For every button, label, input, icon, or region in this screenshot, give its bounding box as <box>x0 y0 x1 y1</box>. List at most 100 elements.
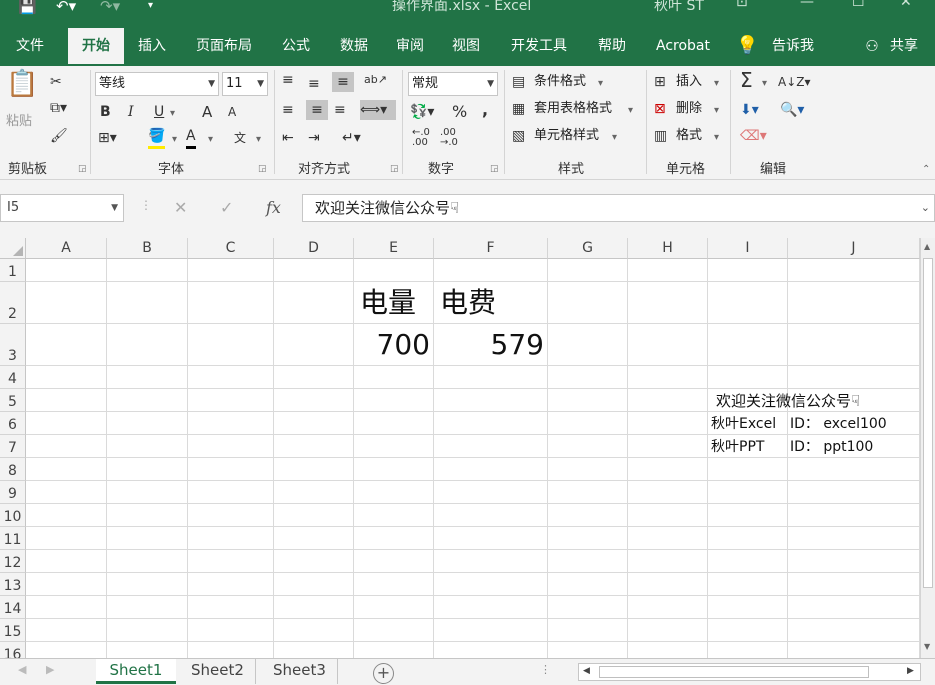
tab-view[interactable]: 视图 <box>442 28 490 66</box>
select-all-button[interactable] <box>0 238 26 259</box>
grow-font-button[interactable]: A <box>202 102 212 122</box>
shrink-font-button[interactable]: A <box>228 102 236 122</box>
font-launcher-icon[interactable]: ◲ <box>258 164 267 174</box>
cut-icon[interactable]: ✂ <box>50 72 62 92</box>
format-as-table-icon[interactable]: ▦ <box>512 99 525 119</box>
insert-cells-button[interactable]: 插入 <box>676 72 702 92</box>
cell-e2[interactable]: 电量 <box>360 286 416 320</box>
fill-color-dropdown-icon[interactable]: ▾ <box>172 130 177 150</box>
cell-styles-icon[interactable]: ▧ <box>512 126 525 146</box>
chevron-down-icon[interactable]: ▾ <box>612 128 617 148</box>
previous-sheet-icon[interactable]: ◀ <box>18 663 26 676</box>
autosum-button[interactable]: Σ <box>740 70 753 90</box>
row-header-3[interactable]: 3 <box>0 324 26 366</box>
font-color-button[interactable]: A <box>186 126 196 149</box>
maximize-icon[interactable]: ☐ <box>852 0 865 10</box>
sheet-tab-sheet1[interactable]: Sheet1 <box>96 659 176 684</box>
column-header-a[interactable]: A <box>26 238 107 259</box>
enter-icon[interactable]: ✓ <box>220 198 233 217</box>
scroll-down-icon[interactable]: ▼ <box>924 642 930 651</box>
row-header-13[interactable]: 13 <box>0 573 26 596</box>
row-header-10[interactable]: 10 <box>0 504 26 527</box>
scroll-left-icon[interactable]: ◀ <box>583 666 590 676</box>
user-name[interactable]: 秋叶 ST <box>654 0 704 15</box>
cell-f2[interactable]: 电费 <box>440 286 496 320</box>
delete-cells-button[interactable]: 删除 <box>676 99 702 119</box>
next-sheet-icon[interactable]: ▶ <box>46 663 54 676</box>
decrease-indent-icon[interactable]: ⇤ <box>282 128 294 148</box>
sheet-tab-sheet3[interactable]: Sheet3 <box>262 659 338 684</box>
format-painter-icon[interactable]: 🖌 <box>50 126 68 146</box>
left-align-icon[interactable]: ≡ <box>282 100 294 120</box>
cell-i7[interactable]: 秋叶PPT <box>711 436 764 458</box>
vertical-scrollbar[interactable]: ▲ ▼ <box>920 238 935 658</box>
cell-i5[interactable]: 欢迎关注微信公众号☟ <box>716 390 860 412</box>
tab-acrobat[interactable]: Acrobat <box>646 28 720 66</box>
customize-quick-access-icon[interactable]: ▾ <box>148 0 153 14</box>
row-header-4[interactable]: 4 <box>0 366 26 389</box>
tab-developer[interactable]: 开发工具 <box>500 28 578 66</box>
insert-function-button[interactable]: fx <box>266 198 281 217</box>
bottom-align-icon[interactable]: ≡ <box>332 72 354 92</box>
row-header-1[interactable]: 1 <box>0 259 26 282</box>
tab-data[interactable]: 数据 <box>330 28 378 66</box>
row-header-11[interactable]: 11 <box>0 527 26 550</box>
collapse-ribbon-icon[interactable]: ⌃ <box>922 160 930 180</box>
tab-review[interactable]: 审阅 <box>386 28 434 66</box>
undo-icon[interactable]: ↶▾ <box>56 0 76 14</box>
horizontal-scrollbar[interactable]: ◀ ▶ <box>578 663 921 681</box>
chevron-down-icon[interactable]: ▾ <box>714 74 719 94</box>
cell-j6[interactable]: ID： excel100 <box>790 413 887 435</box>
paste-icon[interactable]: 📋 <box>6 71 38 97</box>
column-header-h[interactable]: H <box>628 238 708 259</box>
scroll-right-icon[interactable]: ▶ <box>907 666 914 676</box>
formula-input[interactable]: 欢迎关注微信公众号☟ ⌄ <box>302 194 935 222</box>
row-header-5[interactable]: 5 <box>0 389 26 412</box>
tab-split-handle-icon[interactable]: ⋮ <box>540 663 551 676</box>
right-align-icon[interactable]: ≡ <box>334 100 346 120</box>
column-header-e[interactable]: E <box>354 238 434 259</box>
row-header-2[interactable]: 2 <box>0 282 26 324</box>
cancel-icon[interactable]: ✕ <box>174 198 187 217</box>
center-align-icon[interactable]: ≡ <box>306 100 328 120</box>
number-format-combo[interactable]: 常规 ▼ <box>408 72 498 96</box>
font-size-combo[interactable]: 11 ▼ <box>222 72 268 96</box>
chevron-down-icon[interactable]: ▾ <box>714 101 719 121</box>
percent-button[interactable]: % <box>452 102 467 122</box>
chevron-down-icon[interactable]: ▾ <box>714 128 719 148</box>
italic-button[interactable]: I <box>128 102 134 122</box>
share-button[interactable]: 共享 <box>884 28 924 66</box>
redo-icon[interactable]: ↷▾ <box>100 0 120 14</box>
tell-me[interactable]: 告诉我 <box>762 28 824 66</box>
sort-filter-icon[interactable]: A↓Z▾ <box>778 72 811 92</box>
lightbulb-icon[interactable]: 💡 <box>736 28 758 66</box>
row-header-6[interactable]: 6 <box>0 412 26 435</box>
middle-align-icon[interactable]: ≡ <box>308 74 320 94</box>
minimize-icon[interactable]: — <box>800 0 814 10</box>
row-header-16[interactable]: 16 <box>0 642 26 658</box>
fill-icon[interactable]: ⬇▾ <box>740 100 759 120</box>
worksheet-grid[interactable]: A B C D E F G H I J 1 2 3 4 5 6 7 8 9 10… <box>0 238 920 658</box>
cell-f3[interactable]: 579 <box>434 328 544 362</box>
new-sheet-button[interactable]: + <box>373 663 394 684</box>
format-as-table-button[interactable]: 套用表格格式 <box>534 99 612 119</box>
font-name-combo[interactable]: 等线 ▼ <box>95 72 219 96</box>
increase-indent-icon[interactable]: ⇥ <box>308 128 320 148</box>
sheet-tab-sheet2[interactable]: Sheet2 <box>180 659 256 684</box>
decrease-decimal-icon[interactable]: .00 →.0 <box>440 128 458 148</box>
paste-button[interactable]: 粘贴 <box>6 112 32 132</box>
alignment-launcher-icon[interactable]: ◲ <box>390 164 399 174</box>
tab-formulas[interactable]: 公式 <box>272 28 320 66</box>
row-header-12[interactable]: 12 <box>0 550 26 573</box>
cell-i6[interactable]: 秋叶Excel <box>711 413 776 435</box>
bold-button[interactable]: B <box>100 102 111 122</box>
fill-color-icon[interactable]: 🪣 <box>148 126 166 149</box>
close-icon[interactable]: ✕ <box>900 0 912 10</box>
scroll-up-icon[interactable]: ▲ <box>924 242 930 251</box>
column-header-j[interactable]: J <box>788 238 920 259</box>
number-launcher-icon[interactable]: ◲ <box>490 164 499 174</box>
increase-decimal-icon[interactable]: ←.0.00 <box>412 128 430 148</box>
copy-icon[interactable]: ⧉▾ <box>50 98 67 118</box>
cell-j7[interactable]: ID： ppt100 <box>790 436 873 458</box>
cell-e3[interactable]: 700 <box>354 328 430 362</box>
